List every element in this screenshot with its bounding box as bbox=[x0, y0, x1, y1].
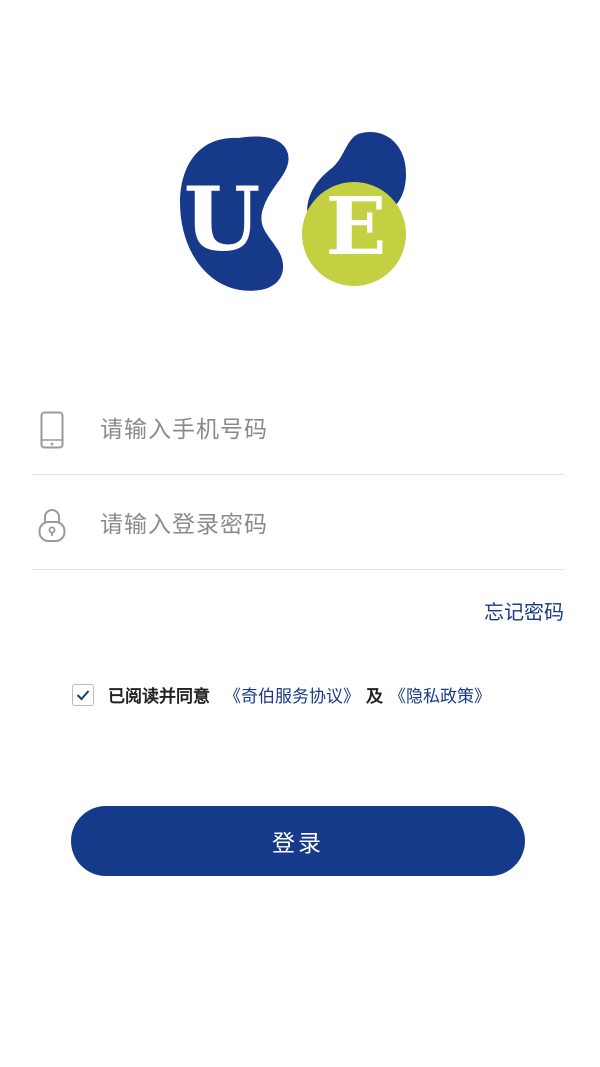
phone-icon bbox=[34, 407, 70, 453]
agreement-prefix: 已阅读并同意 bbox=[108, 687, 210, 707]
terms-link[interactable]: 《奇伯服务协议》 bbox=[224, 682, 360, 707]
lock-icon bbox=[34, 502, 70, 548]
login-button[interactable]: 登录 bbox=[71, 806, 525, 876]
privacy-link[interactable]: 《隐私政策》 bbox=[389, 682, 491, 707]
login-screen: U E 忘记密码 bbox=[0, 0, 600, 1067]
agreement-row: 已阅读并同意 《奇伯服务协议》 及 《隐私政策》 bbox=[72, 682, 491, 707]
checkmark-icon bbox=[76, 689, 90, 700]
phone-field-row bbox=[32, 385, 564, 475]
agreement-checkbox[interactable] bbox=[72, 683, 94, 706]
password-input[interactable] bbox=[98, 510, 542, 539]
password-field-row bbox=[32, 480, 564, 570]
agreement-conjunction: 及 bbox=[366, 687, 383, 707]
logo-letter-e: E bbox=[326, 179, 387, 273]
ue-logo: U E bbox=[160, 120, 430, 320]
logo-letter-u: U bbox=[184, 167, 261, 271]
phone-input[interactable] bbox=[98, 415, 542, 444]
forgot-password-link[interactable]: 忘记密码 bbox=[484, 596, 564, 625]
